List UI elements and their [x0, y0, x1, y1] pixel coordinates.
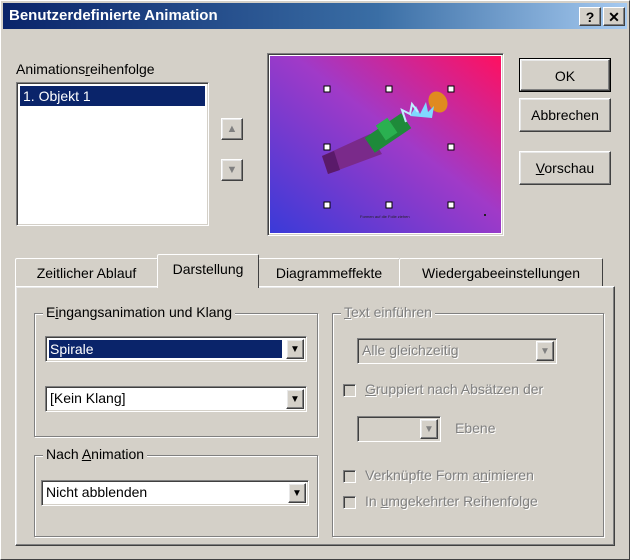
introduce-text-group: Text einführen Alle gleichzeitig ▼ Grupp…	[332, 304, 604, 537]
cancel-button[interactable]: Abbrechen	[519, 98, 611, 132]
close-button[interactable]: ✕	[603, 7, 625, 26]
title-bar[interactable]: Benutzerdefinierte Animation ? ✕	[3, 3, 627, 29]
level-label: Ebene	[455, 420, 496, 436]
slide-caption: Formen auf die Folie ziehen	[360, 214, 410, 219]
tab-panel: Eingangsanimation und Klang Spirale ▼ [K…	[15, 286, 615, 546]
level-select[interactable]: ▼	[357, 416, 441, 442]
move-up-button[interactable]: ▲	[221, 118, 243, 140]
after-animation-title: Nach Animation	[43, 446, 148, 462]
group-by-paragraph-label: Gruppiert nach Absätzen der	[365, 381, 544, 397]
chevron-down-icon[interactable]: ▼	[286, 339, 304, 359]
reverse-order-checkbox[interactable]	[343, 496, 356, 509]
entry-animation-title: Eingangsanimation und Klang	[43, 304, 236, 320]
reverse-order-label: In umgekehrter Reihenfolge	[365, 493, 538, 509]
entry-animation-group: Eingangsanimation und Klang Spirale ▼ [K…	[34, 304, 318, 437]
list-item[interactable]: 1. Objekt 1	[20, 86, 205, 106]
chevron-down-icon[interactable]: ▼	[286, 389, 304, 409]
introduce-text-title: Text einführen	[341, 304, 435, 320]
group-by-paragraph-checkbox[interactable]	[343, 384, 356, 397]
slide-preview: Formen auf die Folie ziehen	[267, 53, 504, 236]
after-animation-select[interactable]: Nicht abblenden ▼	[41, 480, 309, 506]
order-label: Animationsreihenfolge	[16, 61, 155, 77]
window-title: Benutzerdefinierte Animation	[9, 7, 218, 24]
preview-button[interactable]: Vorschau	[519, 151, 611, 185]
animate-attached-shape-label: Verknüpfte Form animieren	[365, 467, 534, 483]
arrow-down-icon: ▼	[226, 164, 238, 176]
slide-thumbnail: Formen auf die Folie ziehen	[270, 56, 501, 233]
help-button[interactable]: ?	[579, 7, 601, 26]
custom-animation-dialog: Benutzerdefinierte Animation ? ✕ Animati…	[0, 0, 630, 560]
chevron-down-icon[interactable]: ▼	[288, 483, 306, 503]
tab-timing[interactable]: Zeitlicher Ablauf	[15, 258, 158, 286]
move-down-button[interactable]: ▼	[221, 159, 243, 181]
after-animation-group: Nach Animation Nicht abblenden ▼	[34, 446, 318, 537]
sound-select[interactable]: [Kein Klang] ▼	[45, 386, 307, 412]
text-mode-select[interactable]: Alle gleichzeitig ▼	[357, 338, 557, 364]
effect-select[interactable]: Spirale ▼	[45, 336, 307, 362]
chevron-down-icon[interactable]: ▼	[420, 419, 438, 439]
chevron-down-icon[interactable]: ▼	[536, 341, 554, 361]
tab-effects[interactable]: Darstellung	[157, 254, 259, 288]
tab-chart-effects[interactable]: Diagrammeffekte	[258, 258, 400, 286]
animate-attached-shape-checkbox[interactable]	[343, 470, 356, 483]
order-list[interactable]: 1. Objekt 1	[16, 82, 209, 226]
arrow-up-icon: ▲	[226, 123, 238, 135]
ok-button[interactable]: OK	[519, 58, 611, 92]
tab-multimedia-settings[interactable]: Wiedergabeeinstellungen	[399, 258, 603, 286]
